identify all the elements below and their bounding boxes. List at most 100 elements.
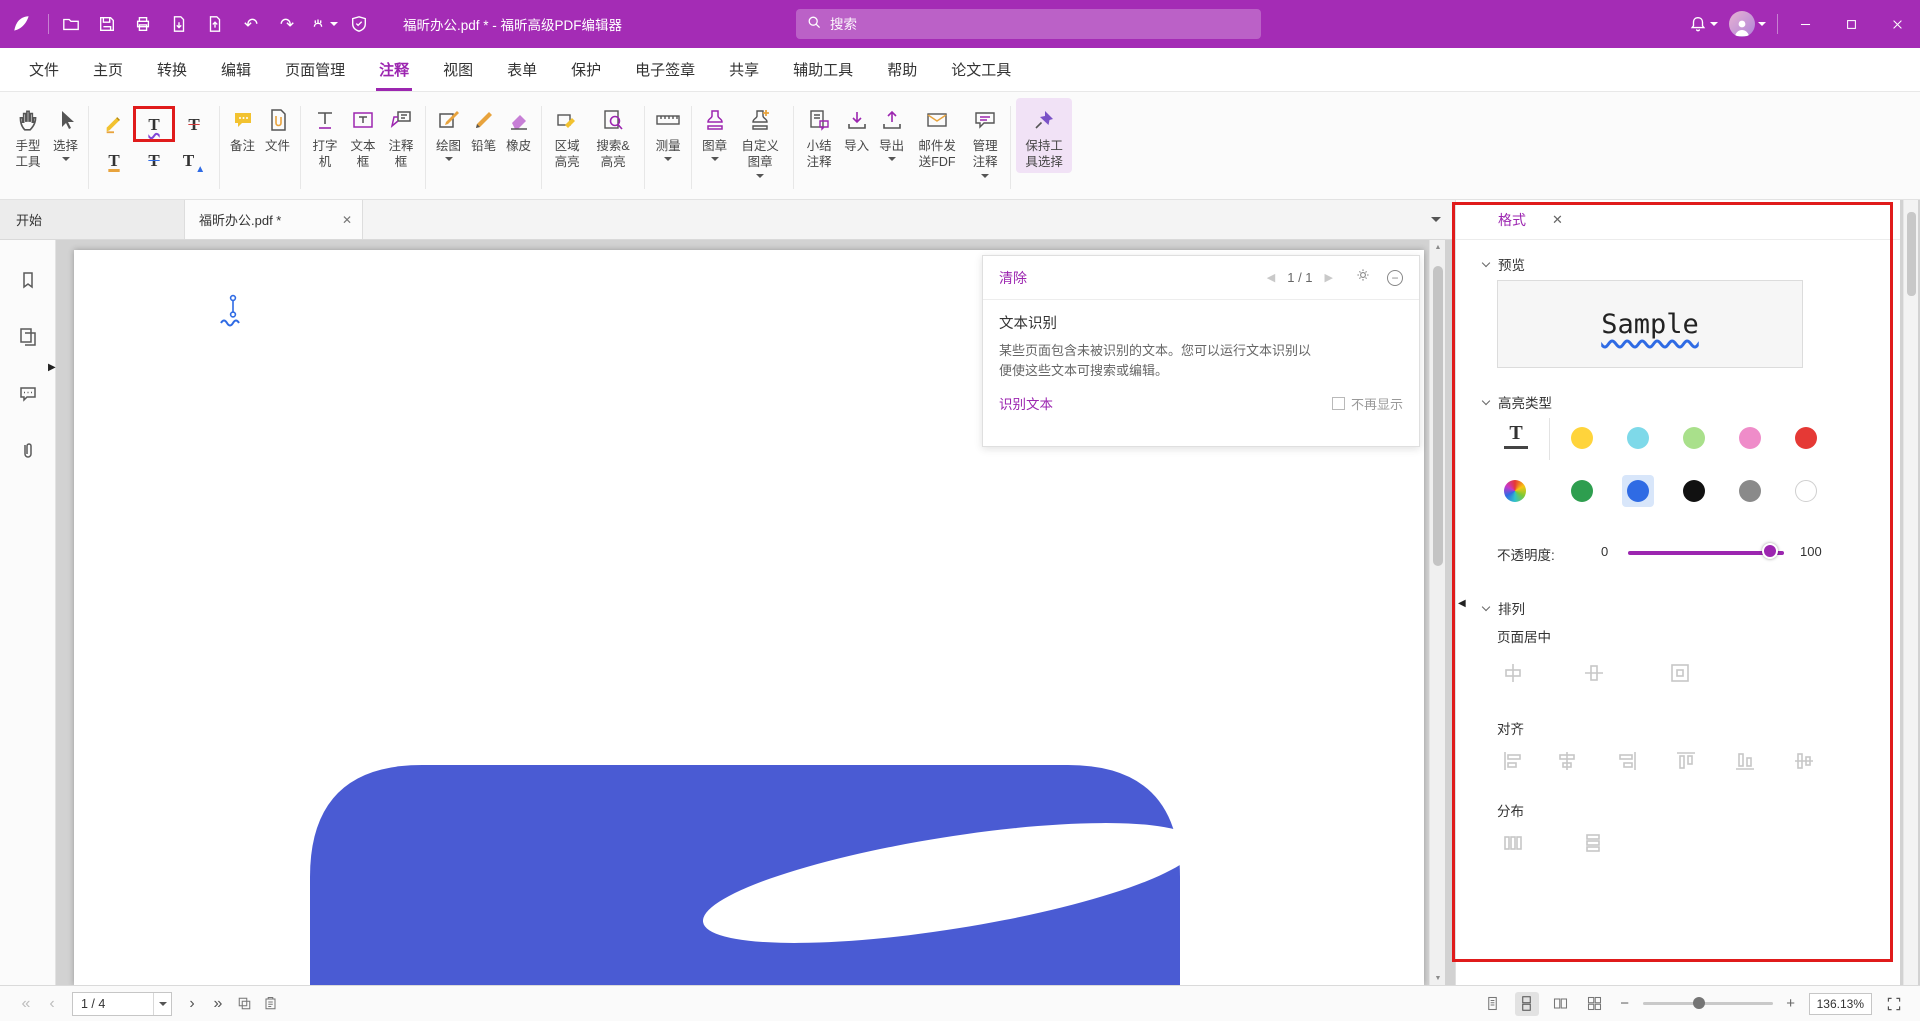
first-page-icon[interactable]: « [14, 996, 38, 1012]
format-panel-close-icon[interactable]: ✕ [1552, 212, 1563, 228]
page-number-input[interactable]: 1 / 4 [72, 992, 172, 1016]
scrollbar-up-arrow[interactable]: ▲ [1430, 240, 1446, 254]
stamp-button[interactable]: 图章 [697, 98, 732, 163]
panel-scrollbar-thumb[interactable] [1907, 212, 1916, 296]
facing-continuous-view-icon[interactable] [1583, 992, 1607, 1016]
color-wheel-picker[interactable] [1504, 480, 1526, 502]
tab-list-dropdown-icon[interactable] [1431, 217, 1441, 222]
sidebar-expand-handle[interactable]: ▶ [48, 362, 56, 373]
menu-item-share[interactable]: 共享 [712, 48, 776, 91]
next-page-icon[interactable]: › [180, 996, 204, 1012]
panel-vertical-scrollbar[interactable] [1903, 200, 1918, 985]
file-attachment-button[interactable]: 文件 [260, 98, 295, 156]
opacity-slider-handle[interactable] [1762, 543, 1778, 559]
last-page-icon[interactable]: » [206, 996, 230, 1012]
recognize-text-link[interactable]: 识别文本 [999, 393, 1053, 413]
summarize-comments-button[interactable]: 小结注释 [799, 98, 839, 173]
menu-item-edit[interactable]: 编辑 [204, 48, 268, 91]
close-button[interactable] [1874, 0, 1920, 48]
color-swatch-gray[interactable] [1739, 480, 1761, 502]
color-swatch-cyan[interactable] [1627, 427, 1649, 449]
fullscreen-icon[interactable] [1882, 992, 1906, 1016]
zoom-in-icon[interactable]: + [1783, 995, 1799, 1012]
color-swatch-red[interactable] [1795, 427, 1817, 449]
minimize-button[interactable] [1782, 0, 1828, 48]
select-button[interactable]: 选择 [48, 98, 83, 163]
pager-next-icon[interactable]: ▶ [1325, 271, 1333, 284]
insert-text-tool-button[interactable]: T ▲ [176, 145, 212, 175]
opacity-slider-track[interactable] [1628, 551, 1784, 555]
menu-item-paper-tools[interactable]: 论文工具 [934, 48, 1028, 91]
email-fdf-button[interactable]: 邮件发送FDF [909, 98, 965, 173]
underline-tool-button[interactable]: T [96, 145, 132, 175]
protection-check-icon[interactable] [341, 0, 377, 48]
color-swatch-green[interactable] [1571, 480, 1593, 502]
color-swatch-black[interactable] [1683, 480, 1705, 502]
print-icon[interactable] [125, 0, 161, 48]
save-icon[interactable] [89, 0, 125, 48]
zoom-slider-track[interactable] [1643, 1002, 1773, 1005]
color-swatch-white[interactable] [1795, 480, 1817, 502]
menu-item-convert[interactable]: 转换 [140, 48, 204, 91]
settings-gear-icon[interactable] [1355, 267, 1371, 288]
undo-icon[interactable]: ↶ [233, 0, 269, 48]
distribute-vertical-icon[interactable] [1582, 832, 1604, 854]
align-bottom-icon[interactable] [1734, 750, 1756, 772]
menu-item-home[interactable]: 主页 [76, 48, 140, 91]
search-input[interactable] [830, 17, 1251, 32]
zoom-slider-handle[interactable] [1693, 997, 1705, 1009]
attachments-panel-icon[interactable] [18, 441, 38, 466]
drawing-button[interactable]: 绘图 [431, 98, 466, 163]
align-left-icon[interactable] [1502, 750, 1524, 772]
menu-item-file[interactable]: 文件 [12, 48, 76, 91]
search-box[interactable] [796, 9, 1261, 39]
hand-tool-button[interactable]: 手型工具 [8, 98, 48, 173]
align-right-icon[interactable] [1616, 750, 1638, 772]
menu-item-help[interactable]: 帮助 [870, 48, 934, 91]
scrollbar-thumb[interactable] [1433, 266, 1443, 566]
manage-comments-button[interactable]: 管理注释 [965, 98, 1005, 180]
document-area[interactable]: 清除 ◀ 1 / 1 ▶ − 文本识别 某些页面包含未被识别的文本。您可以运行文… [56, 240, 1455, 985]
pencil-button[interactable]: 铅笔 [466, 98, 501, 156]
align-center-vertical-icon[interactable] [1793, 750, 1815, 772]
typewriter-button[interactable]: 打字机 [306, 98, 344, 173]
color-swatch-yellow[interactable] [1571, 427, 1593, 449]
area-highlight-button[interactable]: 区域高亮 [547, 98, 587, 173]
strikeout-tool-button[interactable]: T [176, 109, 212, 139]
highlight-type-section-header[interactable]: 高亮类型 [1483, 392, 1552, 412]
app-logo-icon[interactable] [0, 0, 44, 48]
measure-button[interactable]: 测量 [650, 98, 686, 163]
menu-item-page-manage[interactable]: 页面管理 [268, 48, 362, 91]
minimize-panel-icon[interactable]: − [1387, 270, 1403, 286]
redo-icon[interactable]: ↷ [269, 0, 305, 48]
eraser-button[interactable]: 橡皮 [501, 98, 536, 156]
notifications-bell-icon[interactable] [1685, 0, 1721, 48]
format-tab[interactable]: 格式 [1498, 210, 1526, 230]
panel-collapse-handle[interactable]: ◀ [1458, 598, 1466, 609]
search-highlight-button[interactable]: 搜索&高亮 [587, 98, 639, 173]
menu-item-comment[interactable]: 注释 [362, 48, 426, 91]
export-button[interactable]: 导出 [874, 98, 909, 163]
bookmarks-panel-icon[interactable] [18, 270, 38, 295]
textbox-button[interactable]: 文本框 [344, 98, 382, 173]
menu-item-view[interactable]: 视图 [426, 48, 490, 91]
clear-link[interactable]: 清除 [999, 268, 1027, 288]
clipboard-icon[interactable] [258, 992, 282, 1016]
callout-button[interactable]: 注释框 [382, 98, 420, 173]
keep-tool-selected-button[interactable]: 保持工具选择 [1016, 98, 1072, 173]
menu-item-protect[interactable]: 保护 [554, 48, 618, 91]
center-vertical-icon[interactable] [1583, 662, 1605, 684]
open-file-icon[interactable] [53, 0, 89, 48]
highlight-tool-button[interactable] [96, 109, 132, 139]
text-markup-style-icon[interactable]: T [1504, 422, 1528, 449]
share-document-icon[interactable] [197, 0, 233, 48]
snapshot-icon[interactable] [232, 992, 256, 1016]
scrollbar-down-arrow[interactable]: ▼ [1430, 971, 1446, 985]
dont-show-checkbox[interactable] [1332, 397, 1345, 410]
squiggly-underline-tool-button[interactable]: T [136, 109, 172, 139]
color-swatch-blue-selected[interactable] [1627, 480, 1649, 502]
custom-stamp-button[interactable]: 自定义图章 [732, 98, 788, 180]
page-number-dropdown-icon[interactable] [153, 993, 171, 1015]
facing-view-icon[interactable] [1549, 992, 1573, 1016]
maximize-button[interactable] [1828, 0, 1874, 48]
